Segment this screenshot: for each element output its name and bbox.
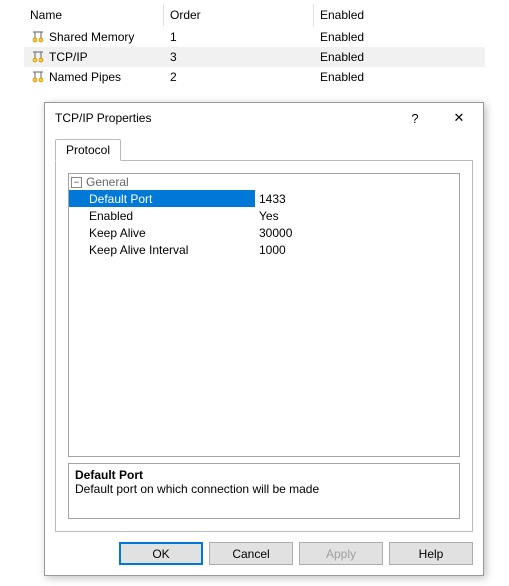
cancel-button[interactable]: Cancel: [209, 542, 293, 565]
list-cell-name: TCP/IP: [49, 50, 88, 64]
property-name: Keep Alive: [69, 224, 255, 241]
col-header-enabled[interactable]: Enabled: [314, 4, 485, 26]
apply-button: Apply: [299, 542, 383, 565]
list-cell-order: 2: [164, 70, 314, 84]
list-row[interactable]: TCP/IP 3Enabled: [24, 47, 485, 67]
property-name: Keep Alive Interval: [69, 241, 255, 258]
tab-strip: Protocol: [55, 139, 473, 161]
protocol-icon: [30, 69, 46, 85]
list-cell-enabled: Enabled: [314, 70, 485, 84]
property-row[interactable]: Keep Alive30000: [69, 224, 459, 241]
property-row[interactable]: EnabledYes: [69, 207, 459, 224]
list-cell-enabled: Enabled: [314, 50, 485, 64]
description-title: Default Port: [75, 468, 453, 482]
property-name: Default Port: [69, 190, 255, 207]
tab-protocol[interactable]: Protocol: [55, 139, 121, 161]
list-cell-order: 3: [164, 50, 314, 64]
context-help-button[interactable]: ?: [393, 104, 437, 132]
col-header-name[interactable]: Name: [24, 4, 164, 26]
list-cell-name: Shared Memory: [49, 30, 134, 44]
dialog-titlebar: TCP/IP Properties ? ✕: [45, 103, 483, 133]
property-value[interactable]: Yes: [255, 207, 459, 224]
ok-button[interactable]: OK: [119, 542, 203, 565]
list-cell-name: Named Pipes: [49, 70, 121, 84]
description-text: Default port on which connection will be…: [75, 482, 453, 496]
property-row[interactable]: Keep Alive Interval1000: [69, 241, 459, 258]
protocol-icon: [30, 49, 46, 65]
close-button[interactable]: ✕: [437, 104, 481, 132]
dialog-title: TCP/IP Properties: [55, 111, 393, 125]
dialog-button-row: OK Cancel Apply Help: [45, 532, 483, 575]
property-row[interactable]: Default Port1433: [69, 190, 459, 207]
protocol-icon: [30, 29, 46, 45]
col-header-order[interactable]: Order: [164, 4, 314, 26]
list-header: Name Order Enabled: [24, 4, 485, 27]
property-value[interactable]: 1000: [255, 241, 459, 258]
list-row[interactable]: Named Pipes 2Enabled: [24, 67, 485, 87]
dialog-body: Protocol − General Default Port1433Enabl…: [45, 133, 483, 532]
property-group-general[interactable]: − General: [69, 174, 459, 190]
tcpip-properties-dialog: TCP/IP Properties ? ✕ Protocol − General…: [44, 102, 484, 576]
tab-panel-protocol: − General Default Port1433EnabledYesKeep…: [55, 160, 473, 532]
property-grid[interactable]: − General Default Port1433EnabledYesKeep…: [68, 173, 460, 457]
collapse-icon[interactable]: −: [71, 177, 82, 188]
list-row[interactable]: Shared Memory 1Enabled: [24, 27, 485, 47]
property-value[interactable]: 30000: [255, 224, 459, 241]
property-value[interactable]: 1433: [255, 190, 459, 207]
list-cell-enabled: Enabled: [314, 30, 485, 44]
property-name: Enabled: [69, 207, 255, 224]
help-button[interactable]: Help: [389, 542, 473, 565]
property-group-label: General: [86, 175, 129, 189]
list-cell-order: 1: [164, 30, 314, 44]
property-description: Default Port Default port on which conne…: [68, 463, 460, 519]
protocol-list: Name Order Enabled Shared Memory1Enabled…: [0, 0, 509, 87]
